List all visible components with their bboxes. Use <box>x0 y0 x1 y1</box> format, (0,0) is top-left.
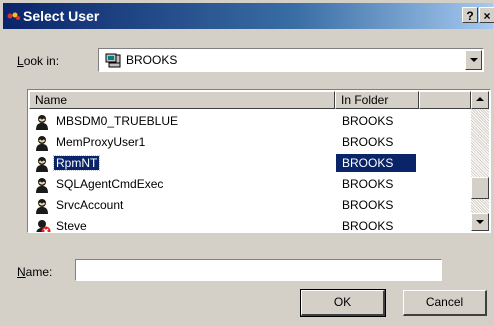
user-folder: BROOKS <box>342 135 394 149</box>
user-name: SrvcAccount <box>56 198 124 212</box>
user-name: MBSDM0_TRUEBLUE <box>56 114 179 128</box>
name-mnemonic: N <box>17 265 26 279</box>
cancel-button[interactable]: Cancel <box>403 290 487 316</box>
look-in-mnemonic: L <box>17 54 24 68</box>
list-item[interactable]: Steve BROOKS <box>29 216 469 233</box>
user-name: SQLAgentCmdExec <box>56 177 164 191</box>
user-folder: BROOKS <box>342 219 394 233</box>
user-icon <box>36 115 48 130</box>
look-in-combobox[interactable]: BROOKS <box>98 48 484 72</box>
window-title: Select User <box>23 8 100 24</box>
title-bar[interactable]: Select User ? × <box>3 3 494 29</box>
user-folder: BROOKS <box>342 156 394 170</box>
user-folder: BROOKS <box>342 198 394 212</box>
disabled-user-icon <box>36 220 51 232</box>
computer-icon <box>105 53 121 68</box>
look-in-label: Look in: <box>17 54 59 68</box>
user-icon <box>36 199 48 214</box>
list-item[interactable]: MBSDM0_TRUEBLUE BROOKS <box>29 111 469 132</box>
user-icon <box>36 136 48 151</box>
list-item-selected[interactable]: RpmNT BROOKS <box>29 153 469 174</box>
user-icon <box>36 157 48 172</box>
scroll-thumb[interactable] <box>471 177 489 199</box>
column-header-in-folder[interactable]: In Folder <box>335 91 419 109</box>
chevron-down-icon <box>470 58 478 62</box>
ok-button[interactable]: OK <box>300 289 386 317</box>
select-user-dialog: Select User ? × Look in: BROOKS Name In … <box>0 0 494 326</box>
close-button[interactable]: × <box>479 7 494 23</box>
look-in-dropdown-button[interactable] <box>465 50 482 70</box>
list-item[interactable]: SQLAgentCmdExec BROOKS <box>29 174 469 195</box>
user-name: Steve <box>56 219 87 233</box>
chevron-down-icon <box>476 220 484 224</box>
list-item[interactable]: SrvcAccount BROOKS <box>29 195 469 216</box>
user-icon <box>36 178 48 193</box>
users-icon <box>7 12 20 20</box>
look-in-value: BROOKS <box>126 53 178 67</box>
user-name: MemProxyUser1 <box>56 135 146 149</box>
column-header-name[interactable]: Name <box>29 91 335 109</box>
list-item[interactable]: MemProxyUser1 BROOKS <box>29 132 469 153</box>
user-folder: BROOKS <box>342 114 394 128</box>
user-name: RpmNT <box>52 155 101 171</box>
name-label: Name: <box>17 265 52 279</box>
scroll-down-button[interactable] <box>471 213 489 231</box>
name-label-text: ame: <box>25 265 53 279</box>
name-input[interactable] <box>75 259 442 281</box>
column-header-filler <box>419 91 471 109</box>
chevron-up-icon <box>476 97 484 101</box>
scroll-up-button[interactable] <box>471 91 489 109</box>
user-list[interactable]: Name In Folder MBSDM0_TRUEBLUE BROOKS Me… <box>27 89 491 233</box>
user-folder: BROOKS <box>342 177 394 191</box>
vertical-scrollbar[interactable] <box>471 91 489 231</box>
look-in-label-text: ook in: <box>23 54 60 68</box>
help-button[interactable]: ? <box>462 7 478 23</box>
